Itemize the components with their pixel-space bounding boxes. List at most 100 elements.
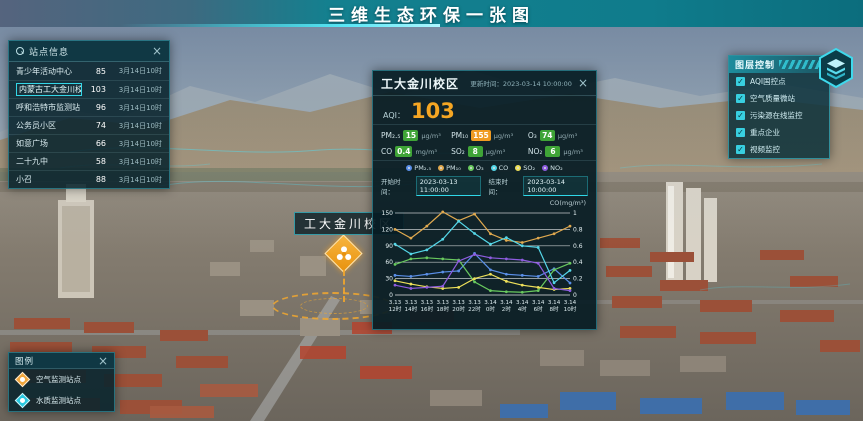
data-point	[473, 253, 476, 256]
layer-panel-header: 图层控制	[729, 56, 829, 73]
checkbox-checked-icon[interactable]: ✓	[736, 77, 745, 86]
data-point	[537, 289, 540, 292]
pollutant-unit: μg/m³	[486, 148, 505, 156]
station-name: 呼和浩特市监测站	[16, 102, 82, 113]
station-aqi-value: 58	[86, 157, 106, 166]
layers-hexagon-icon[interactable]	[818, 48, 854, 88]
legend-item[interactable]: NO₂	[542, 164, 563, 172]
layer-item[interactable]: ✓ 重点企业	[729, 124, 829, 141]
station-panel-title: 站点信息	[29, 45, 147, 58]
data-point	[521, 284, 524, 287]
update-time-value: 2023-03-14 10:00:00	[503, 80, 572, 88]
data-point	[489, 268, 492, 271]
axis-tick-label: 0.2	[573, 276, 583, 283]
legend-item[interactable]: PM₂.₅	[406, 164, 431, 172]
legend-item-label: 水质监测站点	[36, 395, 81, 406]
pollutant-name: PM₁₀	[451, 131, 468, 140]
legend-item[interactable]: CO	[491, 164, 509, 172]
legend-color-dot	[542, 165, 548, 171]
data-point	[489, 273, 492, 276]
checkbox-checked-icon[interactable]: ✓	[736, 128, 745, 137]
close-icon[interactable]: ×	[98, 355, 108, 367]
layer-item[interactable]: ✓视频监控	[729, 141, 829, 158]
layer-item[interactable]: ✓AQI国控点	[729, 73, 829, 90]
data-point	[441, 271, 444, 274]
data-point	[410, 237, 413, 240]
station-row[interactable]: 二十九中583月14日10时	[9, 152, 169, 170]
pollutant-value-badge: 155	[471, 130, 491, 141]
data-point	[425, 225, 428, 228]
close-icon[interactable]: ×	[578, 77, 588, 89]
axis-tick-label: 0.8	[573, 226, 583, 233]
station-update-time: 3月14日10时	[110, 103, 162, 113]
data-point	[505, 290, 508, 293]
popup-title: 工大金川校区	[381, 75, 459, 92]
axis-tick-label: 0	[573, 292, 577, 299]
legend-label: PM₂.₅	[414, 164, 431, 172]
pollutant-value-badge: 8	[468, 146, 483, 157]
legend-color-dot	[491, 165, 497, 171]
station-row[interactable]: 呼和浩特市监测站 96 3月14日10时	[9, 98, 169, 116]
data-point	[553, 281, 556, 284]
data-point	[537, 286, 540, 289]
axis-tick-label: 60	[385, 259, 393, 266]
legend-item[interactable]: 水质监测站点	[9, 390, 114, 411]
data-point	[537, 237, 540, 240]
station-aqi-value: 88	[86, 175, 106, 184]
legend-item[interactable]: PM₁₀	[438, 164, 461, 172]
checkbox-checked-icon[interactable]: ✓	[736, 145, 745, 154]
chart-legend: PM₂.₅ PM₁₀ O₃ CO SO₂ NO₂	[373, 161, 596, 173]
data-point	[569, 282, 572, 285]
start-time-input[interactable]: 2023-03-13 11:00:00	[416, 176, 481, 196]
data-point	[457, 220, 460, 223]
legend-item[interactable]: 空气监测站点	[9, 369, 114, 390]
legend-color-dot	[515, 165, 521, 171]
data-point	[505, 239, 508, 242]
checkbox-checked-icon[interactable]: ✓	[736, 94, 745, 103]
layer-item[interactable]: ✓ 空气质量微站	[729, 90, 829, 107]
data-point	[394, 243, 397, 246]
page-title: 三维生态环保一张图	[328, 1, 535, 26]
layer-label: 重点企业	[750, 127, 780, 138]
station-row[interactable]: 公务员小区743月14日10时	[9, 116, 169, 134]
search-icon[interactable]	[16, 47, 24, 55]
data-point	[410, 275, 413, 278]
close-icon[interactable]: ×	[152, 45, 162, 57]
data-point	[473, 213, 476, 216]
x-axis-label: 3.146时	[532, 300, 545, 313]
station-aqi-value: 74	[86, 121, 106, 130]
data-point	[569, 225, 572, 228]
checkbox-checked-icon[interactable]: ✓	[736, 111, 745, 120]
data-point	[425, 273, 428, 276]
axis-tick-label: 90	[385, 243, 393, 250]
pollutant-unit: μg/m³	[563, 148, 582, 156]
axis-tick-label: 120	[382, 226, 394, 233]
data-point	[425, 256, 428, 259]
data-point	[394, 284, 397, 287]
end-time-input[interactable]: 2023-03-14 10:00:00	[523, 176, 588, 196]
station-row[interactable]: 如意广场663月14日10时	[9, 134, 169, 152]
data-point	[410, 258, 413, 261]
pollutant-unit: μg/m³	[558, 132, 577, 140]
legend-item[interactable]: O₃	[468, 164, 484, 172]
station-row[interactable]: 内蒙古工大金川校区1033月14日10时	[9, 80, 169, 98]
layer-item[interactable]: ✓污染源在线监控	[729, 107, 829, 124]
layer-control-panel: 图层控制 ✓AQI国控点✓空气质量微站✓污染源在线监控✓重点企业✓视频监控	[728, 55, 830, 159]
legend-item[interactable]: SO₂	[515, 164, 535, 172]
pollutant-cell: PM₁₀155μg/m³	[451, 130, 528, 141]
end-time-label: 结束时间：	[489, 176, 516, 196]
station-row[interactable]: 小召883月14日10时	[9, 170, 169, 188]
station-row[interactable]: 青少年活动中心853月14日10时	[9, 62, 169, 80]
marker-diamond-icon	[15, 393, 31, 409]
station-update-time: 3月14日10时	[110, 175, 162, 185]
data-point	[441, 258, 444, 261]
data-point	[425, 249, 428, 252]
station-aqi-value: 96	[86, 103, 106, 112]
layer-label: 空气质量微站	[750, 93, 795, 104]
station-name: 青少年活动中心	[16, 66, 82, 77]
legend-label: PM₁₀	[446, 164, 461, 172]
pollutant-trend-chart: 030609012015000.20.40.60.813.1312时3.1314…	[373, 207, 596, 325]
pollutant-cell: CO0.4mg/m³	[381, 146, 451, 157]
station-list: 青少年活动中心853月14日10时内蒙古工大金川校区1033月14日10时呼和浩…	[9, 62, 169, 188]
pollutant-name: O₃	[528, 131, 537, 140]
